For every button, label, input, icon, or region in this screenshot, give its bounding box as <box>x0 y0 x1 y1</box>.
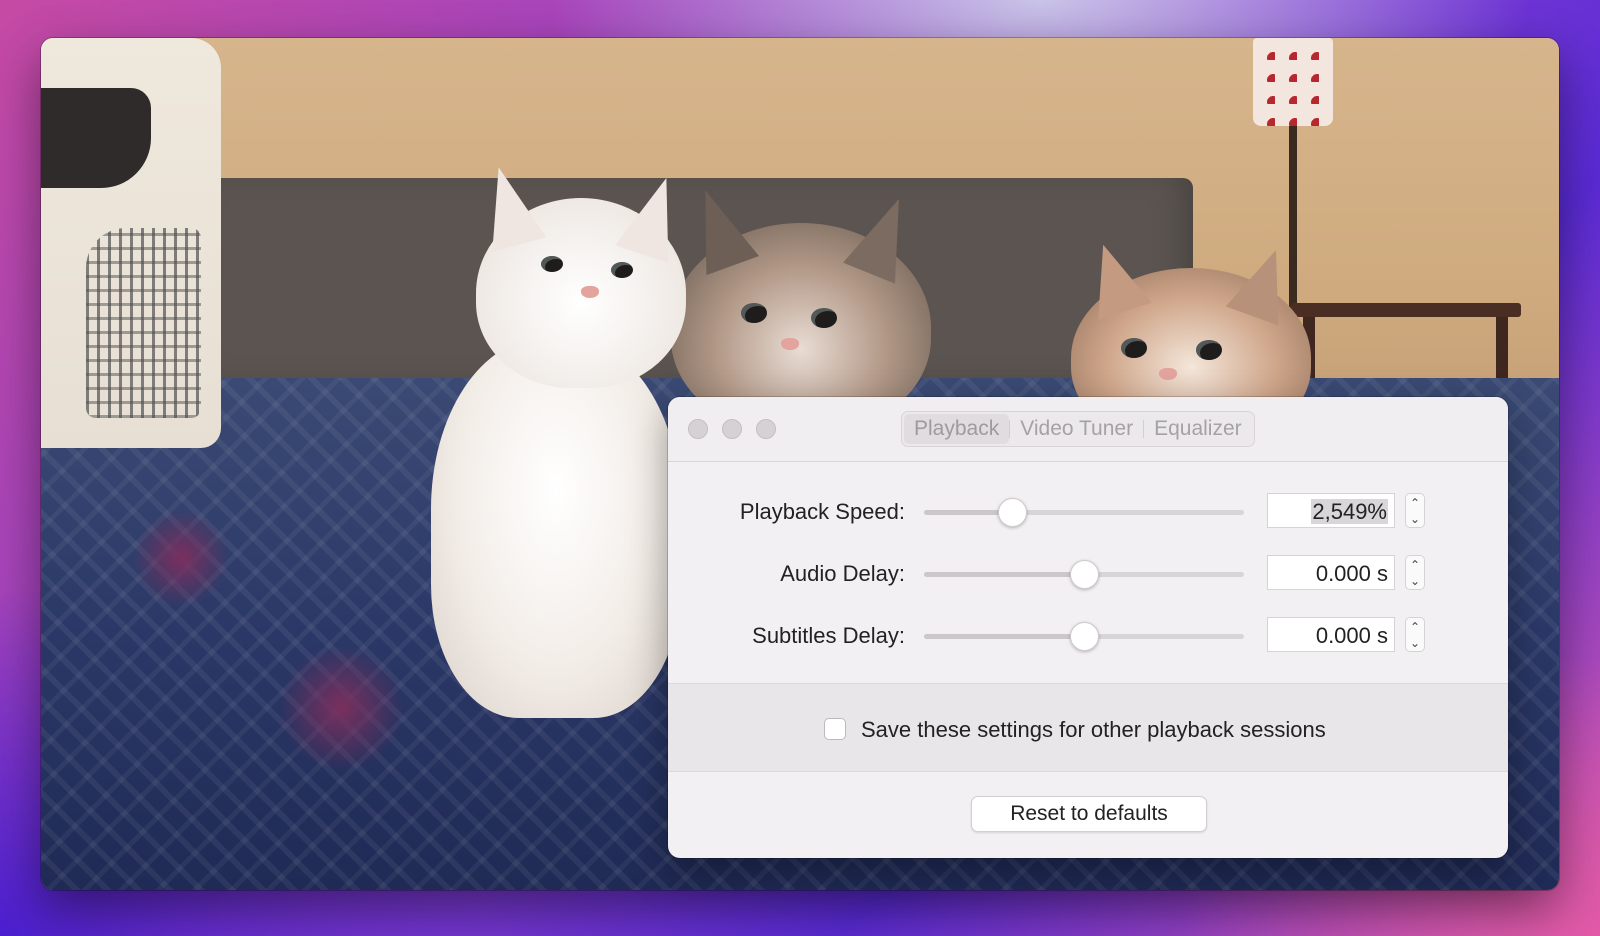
playback-settings-panel: Playback Video Tuner Equalizer Playback … <box>668 397 1508 858</box>
tab-playback[interactable]: Playback <box>904 414 1010 444</box>
subtitles-delay-row: Subtitles Delay: 0.000 s ⌃ ⌄ <box>668 617 1508 657</box>
playback-speed-slider[interactable] <box>924 498 1244 527</box>
chevron-up-icon[interactable]: ⌃ <box>1406 557 1424 573</box>
chevron-down-icon[interactable]: ⌄ <box>1406 573 1424 589</box>
tab-video-tuner[interactable]: Video Tuner <box>1010 414 1143 444</box>
audio-delay-field[interactable]: 0.000 s <box>1267 555 1395 590</box>
reset-to-defaults-button[interactable]: Reset to defaults <box>971 796 1207 832</box>
subtitles-delay-slider[interactable] <box>924 622 1244 651</box>
chevron-down-icon[interactable]: ⌄ <box>1406 635 1424 651</box>
panel-titlebar[interactable]: Playback Video Tuner Equalizer <box>668 397 1508 462</box>
subtitles-delay-stepper[interactable]: ⌃ ⌄ <box>1405 617 1425 652</box>
save-settings-label[interactable]: Save these settings for other playback s… <box>861 717 1326 743</box>
tab-equalizer[interactable]: Equalizer <box>1144 414 1252 444</box>
playback-speed-stepper[interactable]: ⌃ ⌄ <box>1405 493 1425 528</box>
subtitles-delay-slider-knob[interactable] <box>1070 622 1099 651</box>
audio-delay-slider-knob[interactable] <box>1070 560 1099 589</box>
audio-delay-label: Audio Delay: <box>780 561 905 586</box>
playback-speed-slider-knob[interactable] <box>998 498 1027 527</box>
subtitles-delay-label: Subtitles Delay: <box>752 623 905 648</box>
audio-delay-row: Audio Delay: 0.000 s ⌃ ⌄ <box>668 555 1508 595</box>
minimize-button[interactable] <box>722 419 742 439</box>
playback-speed-field[interactable]: 2,549% <box>1267 493 1395 528</box>
playback-speed-row: Playback Speed: 2,549% ⌃ ⌄ <box>668 493 1508 533</box>
chevron-down-icon[interactable]: ⌄ <box>1406 511 1424 527</box>
audio-delay-slider[interactable] <box>924 560 1244 589</box>
subtitles-delay-field[interactable]: 0.000 s <box>1267 617 1395 652</box>
playback-speed-label: Playback Speed: <box>739 499 905 524</box>
close-button[interactable] <box>688 419 708 439</box>
chevron-up-icon[interactable]: ⌃ <box>1406 495 1424 511</box>
audio-delay-stepper[interactable]: ⌃ ⌄ <box>1405 555 1425 590</box>
panel-tab-control: Playback Video Tuner Equalizer <box>901 411 1255 447</box>
save-settings-section: Save these settings for other playback s… <box>668 683 1508 772</box>
save-settings-checkbox[interactable] <box>824 718 846 740</box>
chevron-up-icon[interactable]: ⌃ <box>1406 619 1424 635</box>
zoom-button[interactable] <box>756 419 776 439</box>
